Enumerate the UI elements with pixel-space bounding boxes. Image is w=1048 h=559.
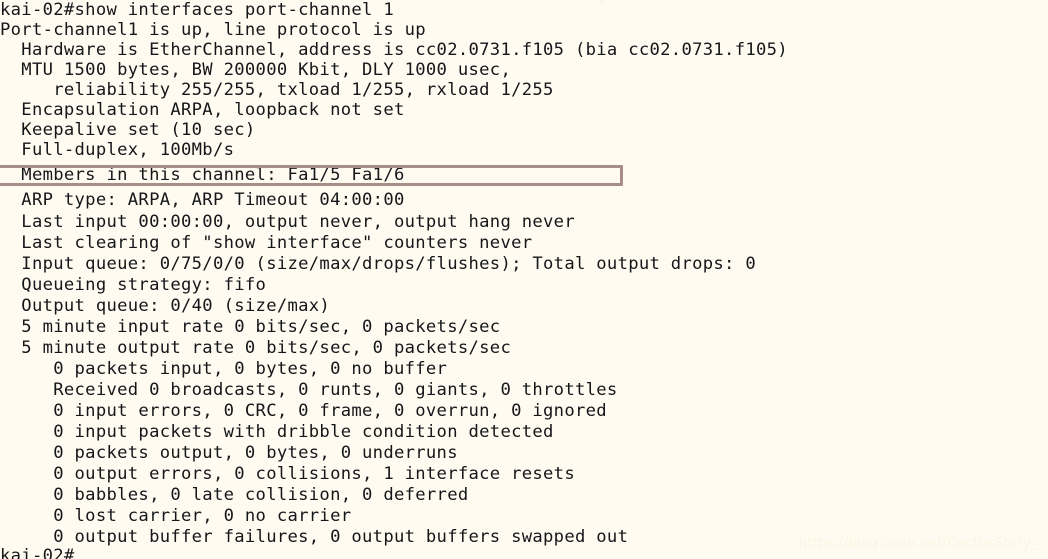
terminal-line-keepalive: Keepalive set (10 sec) <box>0 120 256 140</box>
terminal-line-output-errors: 0 output errors, 0 collisions, 1 interfa… <box>0 464 575 484</box>
terminal-line-queue-strategy: Queueing strategy: fifo <box>0 275 267 295</box>
terminal-line-output-rate: 5 minute output rate 0 bits/sec, 0 packe… <box>0 338 512 358</box>
terminal-line-packets-output: 0 packets output, 0 bytes, 0 underruns <box>0 443 458 463</box>
terminal-line-input-queue: Input queue: 0/75/0/0 (size/max/drops/fl… <box>0 254 756 274</box>
terminal-line-last-input: Last input 00:00:00, output never, outpu… <box>0 212 575 232</box>
scroll-artifact-two <box>600 0 603 3</box>
terminal-line-command: kai-02#show interfaces port-channel 1 <box>0 0 394 20</box>
terminal-line-buffer-failures: 0 output buffer failures, 0 output buffe… <box>0 527 629 547</box>
terminal-line-packets-input: 0 packets input, 0 bytes, 0 no buffer <box>0 359 448 379</box>
terminal-line-last-clearing: Last clearing of "show interface" counte… <box>0 233 533 253</box>
terminal-line-final-prompt: kai-02# <box>0 546 75 559</box>
terminal-line-duplex: Full-duplex, 100Mb/s <box>0 140 235 160</box>
terminal-line-input-rate: 5 minute input rate 0 bits/sec, 0 packet… <box>0 317 501 337</box>
terminal-line-dribble: 0 input packets with dribble condition d… <box>0 422 554 442</box>
terminal-line-arp-type: ARP type: ARPA, ARP Timeout 04:00:00 <box>0 190 405 210</box>
terminal-screen: kai-02#show interfaces port-channel 1 Po… <box>0 0 1048 559</box>
terminal-line-mtu: MTU 1500 bytes, BW 200000 Kbit, DLY 1000… <box>0 60 512 80</box>
terminal-line-members: Members in this channel: Fa1/5 Fa1/6 <box>0 165 405 185</box>
terminal-line-reliability: reliability 255/255, txload 1/255, rxloa… <box>0 80 554 100</box>
terminal-line-input-errors: 0 input errors, 0 CRC, 0 frame, 0 overru… <box>0 401 607 421</box>
terminal-line-lost-carrier: 0 lost carrier, 0 no carrier <box>0 506 352 526</box>
terminal-line-encapsulation: Encapsulation ARPA, loopback not set <box>0 100 405 120</box>
terminal-line-output-queue: Output queue: 0/40 (size/max) <box>0 296 331 316</box>
terminal-line-received: Received 0 broadcasts, 0 runts, 0 giants… <box>0 380 618 400</box>
terminal-line-iface-status: Port-channel1 is up, line protocol is up <box>0 20 426 40</box>
watermark-text: https://blog.csdn.net/CactusStory_ <box>798 535 1038 551</box>
terminal-line-hardware: Hardware is EtherChannel, address is cc0… <box>0 40 788 60</box>
terminal-line-babbles: 0 babbles, 0 late collision, 0 deferred <box>0 485 469 505</box>
